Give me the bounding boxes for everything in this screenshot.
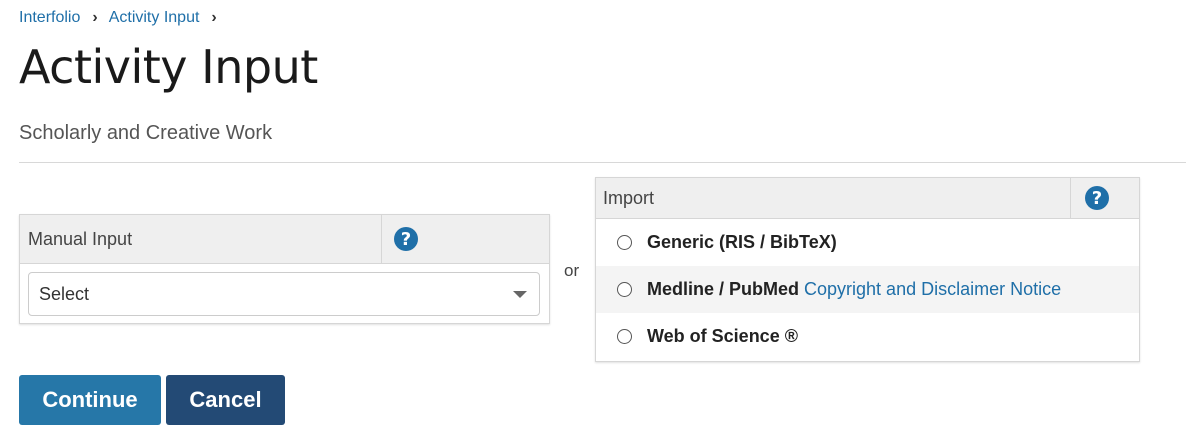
chevron-right-icon: › bbox=[92, 9, 98, 26]
breadcrumb: Interfolio › Activity Input › bbox=[19, 9, 228, 27]
import-header: Import ? bbox=[596, 178, 1139, 219]
import-panel: Import ? Generic (RIS / BibTeX) Medline … bbox=[595, 177, 1140, 362]
manual-input-help-cell: ? bbox=[381, 215, 549, 263]
chevron-right-icon: › bbox=[211, 9, 217, 26]
continue-button[interactable]: Continue bbox=[19, 375, 161, 425]
import-option-pubmed[interactable]: Medline / PubMed Copyright and Disclaime… bbox=[596, 266, 1139, 313]
divider bbox=[19, 162, 1186, 163]
select-value: Select bbox=[39, 283, 90, 304]
manual-input-title: Manual Input bbox=[28, 228, 133, 249]
breadcrumb-link-interfolio[interactable]: Interfolio bbox=[19, 9, 80, 27]
radio-button[interactable] bbox=[617, 235, 632, 250]
caret-down-icon bbox=[513, 291, 527, 298]
help-icon[interactable]: ? bbox=[394, 227, 418, 251]
radio-button[interactable] bbox=[617, 329, 632, 344]
import-option-generic[interactable]: Generic (RIS / BibTeX) bbox=[596, 219, 1139, 266]
radio-button[interactable] bbox=[617, 282, 632, 297]
page-subtitle: Scholarly and Creative Work bbox=[19, 122, 273, 144]
or-label: or bbox=[564, 261, 580, 280]
page-title: Activity Input bbox=[19, 40, 318, 94]
manual-input-panel: Manual Input ? Select bbox=[19, 214, 550, 324]
import-option-label: Generic (RIS / BibTeX) bbox=[647, 232, 837, 252]
manual-input-header: Manual Input ? bbox=[20, 215, 549, 264]
import-help-cell: ? bbox=[1070, 178, 1139, 218]
copyright-notice-link[interactable]: Copyright and Disclaimer Notice bbox=[804, 279, 1061, 300]
breadcrumb-link-activity-input[interactable]: Activity Input bbox=[109, 9, 200, 27]
import-option-label: Web of Science ® bbox=[647, 326, 798, 346]
activity-type-select[interactable]: Select bbox=[28, 272, 540, 316]
help-icon[interactable]: ? bbox=[1085, 186, 1109, 210]
import-title: Import bbox=[603, 187, 655, 208]
cancel-button[interactable]: Cancel bbox=[166, 375, 285, 425]
import-option-label: Medline / PubMed bbox=[647, 279, 800, 299]
import-option-web-of-science[interactable]: Web of Science ® bbox=[596, 313, 1139, 360]
